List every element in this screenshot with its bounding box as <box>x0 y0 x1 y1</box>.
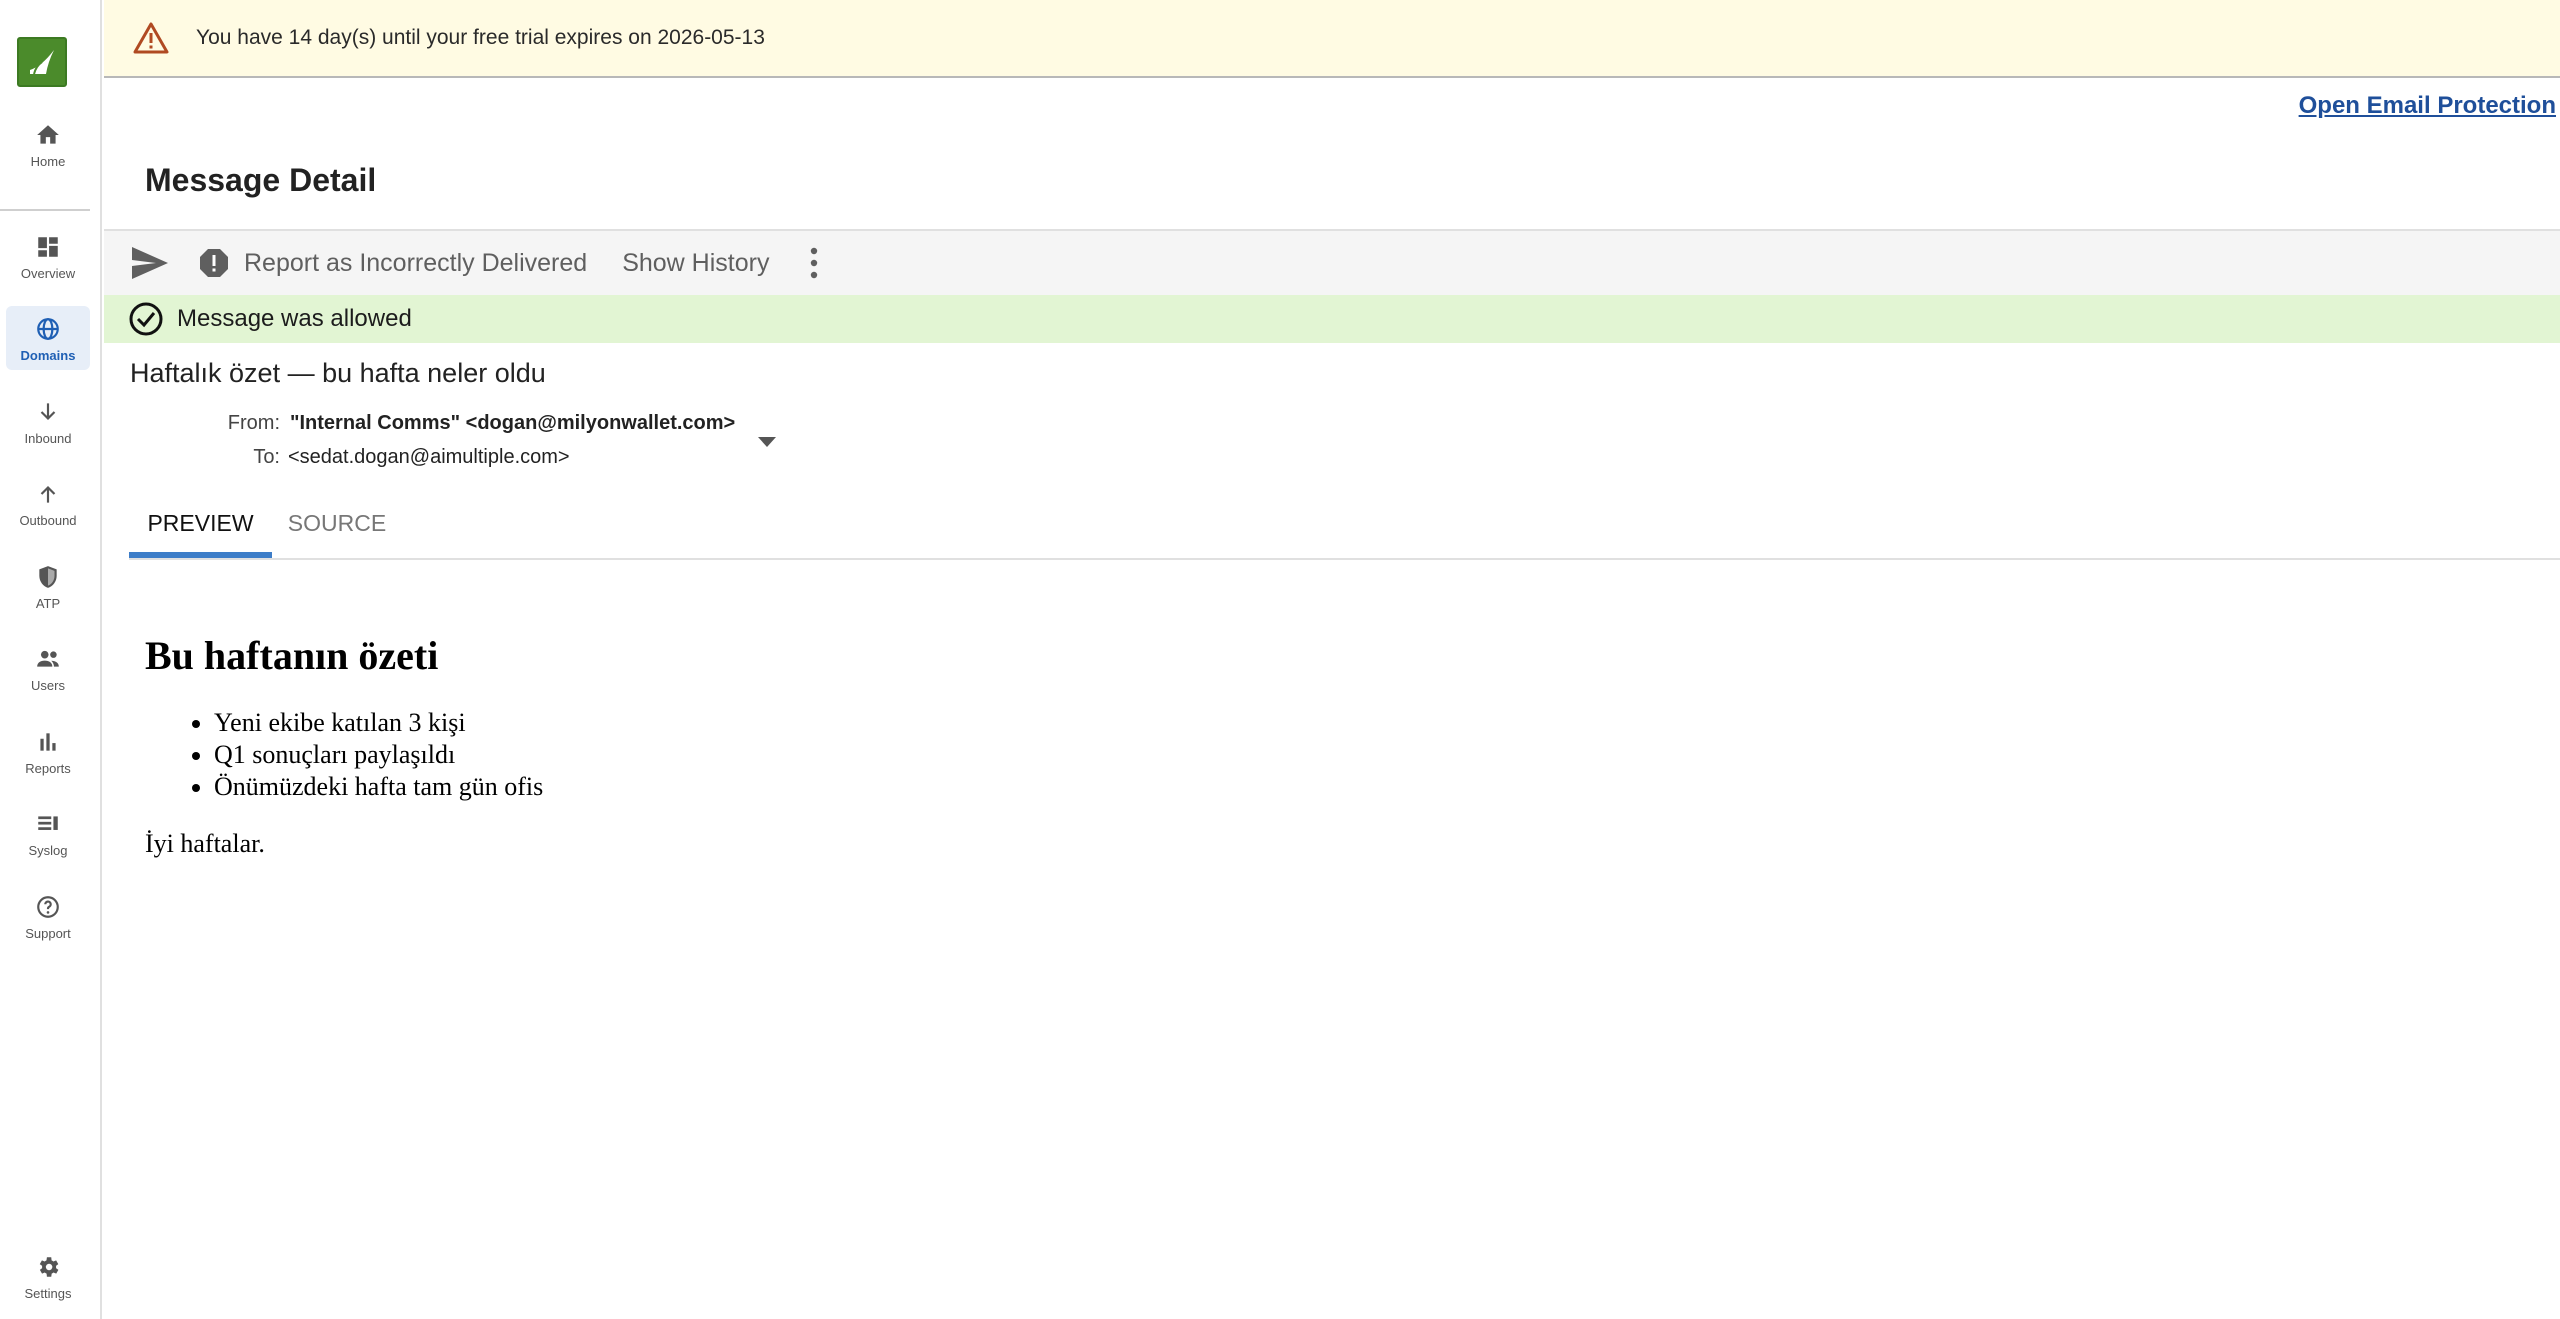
message-toolbar: Report as Incorrectly Delivered Show His… <box>104 231 2560 295</box>
nav-users-label: Users <box>31 678 65 693</box>
message-subject: Haftalık özet — bu hafta neler oldu <box>130 358 546 388</box>
status-text: Message was allowed <box>177 305 412 332</box>
nav-settings[interactable]: Settings <box>6 1244 90 1308</box>
nav-inbound-label: Inbound <box>24 431 72 446</box>
list-item: Yeni ekibe katılan 3 kişi <box>214 707 543 739</box>
warning-icon <box>133 22 169 54</box>
nav-overview-label: Overview <box>20 266 76 281</box>
nav-domains-label: Domains <box>20 348 76 363</box>
show-history-button[interactable]: Show History <box>622 249 769 278</box>
nav-home[interactable]: Home <box>6 112 90 176</box>
message-tabs: PREVIEW SOURCE <box>129 488 2560 560</box>
sidebar: Home Overview Domains Inbound Outbound A… <box>0 0 102 1319</box>
tab-source[interactable]: SOURCE <box>272 488 402 558</box>
more-vert-icon[interactable] <box>807 246 821 280</box>
gear-icon <box>39 1257 59 1277</box>
nav-inbound[interactable]: Inbound <box>6 389 90 453</box>
nav-outbound-label: Outbound <box>19 513 77 528</box>
help-icon <box>37 896 59 918</box>
nav-domains[interactable]: Domains <box>6 306 90 370</box>
report-incorrectly-delivered-button[interactable]: Report as Incorrectly Delivered <box>244 249 587 278</box>
logo-icon <box>30 50 54 75</box>
nav-reports[interactable]: Reports <box>6 719 90 783</box>
nav-support-label: Support <box>25 926 71 941</box>
report-icon <box>200 249 228 277</box>
arrow-up-icon <box>40 485 56 503</box>
nav-users[interactable]: Users <box>6 636 90 700</box>
body-closing: İyi haftalar. <box>145 829 265 858</box>
nav-settings-label: Settings <box>24 1286 72 1301</box>
send-icon[interactable] <box>130 245 170 281</box>
list-item: Önümüzdeki hafta tam gün ofis <box>214 771 543 803</box>
nav-overview[interactable]: Overview <box>6 224 90 288</box>
nav-home-label: Home <box>30 154 66 169</box>
nav-reports-label: Reports <box>25 761 71 776</box>
globe-icon <box>37 318 59 340</box>
expand-details-icon[interactable] <box>757 436 777 448</box>
users-icon <box>37 650 59 667</box>
bar-chart-icon <box>40 733 56 751</box>
tab-preview[interactable]: PREVIEW <box>129 488 272 558</box>
body-list: Yeni ekibe katılan 3 kişi Q1 sonuçları p… <box>145 707 543 803</box>
nav-outbound[interactable]: Outbound <box>6 471 90 535</box>
to-value: <sedat.dogan@aimultiple.com> <box>288 446 570 468</box>
nav-divider <box>0 209 90 211</box>
list-item: Q1 sonuçları paylaşıldı <box>214 739 543 771</box>
nav-syslog-label: Syslog <box>28 843 68 858</box>
nav-atp-label: ATP <box>35 596 61 611</box>
trial-banner: You have 14 day(s) until your free trial… <box>104 0 2560 78</box>
nav-atp[interactable]: ATP <box>6 554 90 618</box>
open-email-protection-link[interactable]: Open Email Protection <box>2299 92 2556 120</box>
to-label: To: <box>253 446 280 468</box>
dashboard-icon <box>38 237 58 257</box>
active-tab-indicator <box>129 552 272 558</box>
home-icon <box>37 125 59 144</box>
shield-icon <box>39 566 57 588</box>
check-circle-icon <box>129 302 163 336</box>
message-preview: Bu haftanın özeti Yeni ekibe katılan 3 k… <box>145 632 543 859</box>
brand-logo[interactable] <box>17 37 67 87</box>
from-value: "Internal Comms" <dogan@milyonwallet.com… <box>290 412 736 434</box>
trial-banner-text: You have 14 day(s) until your free trial… <box>196 26 765 49</box>
status-banner: Message was allowed <box>104 295 2560 343</box>
body-heading: Bu haftanın özeti <box>145 633 439 678</box>
log-icon <box>38 816 58 830</box>
nav-support[interactable]: Support <box>6 884 90 948</box>
nav-syslog[interactable]: Syslog <box>6 801 90 865</box>
page-title: Message Detail <box>145 162 377 198</box>
arrow-down-icon <box>40 403 56 421</box>
from-label: From: <box>227 412 280 434</box>
